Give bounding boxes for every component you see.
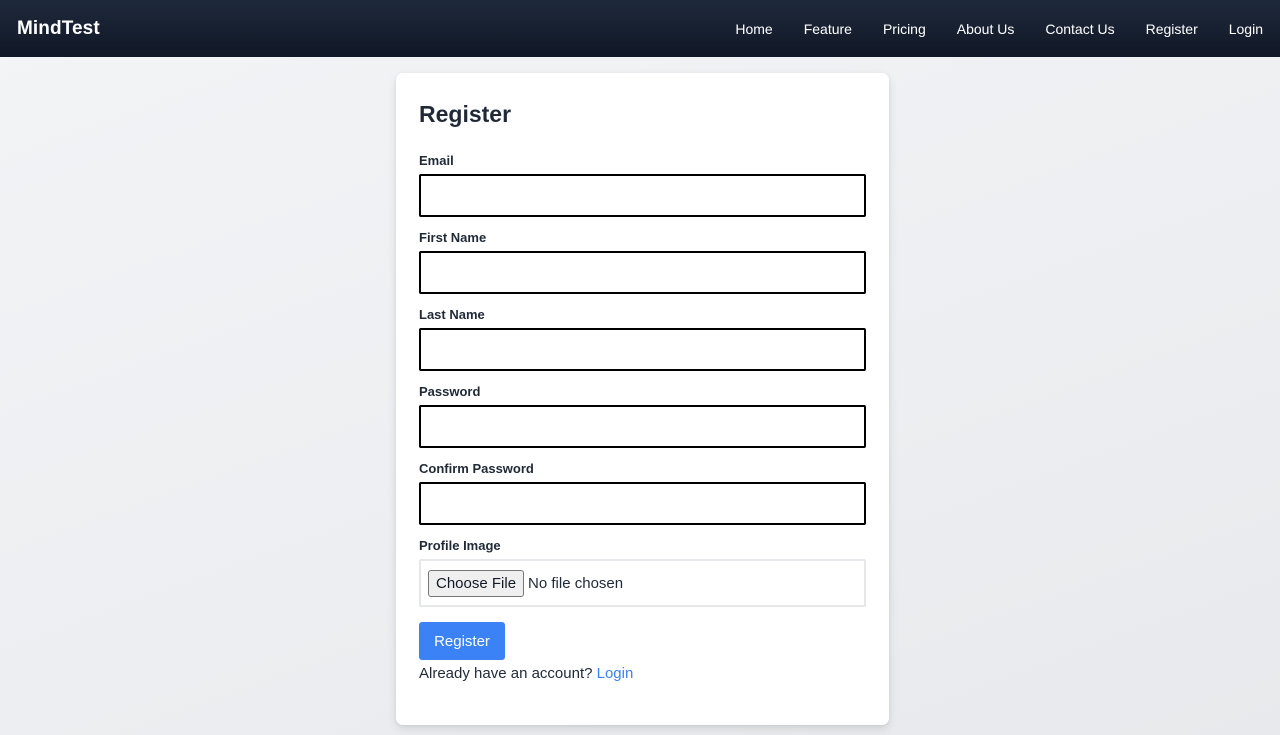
first-name-field[interactable]	[419, 251, 866, 294]
register-submit-button[interactable]: Register	[419, 622, 505, 660]
nav-link-contact-us[interactable]: Contact Us	[1045, 21, 1114, 37]
nav-link-feature[interactable]: Feature	[804, 21, 852, 37]
nav-link-register[interactable]: Register	[1146, 21, 1198, 37]
confirm-password-field[interactable]	[419, 482, 866, 525]
confirm-password-label: Confirm Password	[419, 461, 534, 476]
brand-logo-text[interactable]: MindTest	[17, 18, 100, 40]
profile-image-group: Profile Image Choose File No file chosen	[419, 538, 866, 607]
last-name-label: Last Name	[419, 307, 485, 322]
choose-file-button[interactable]: Choose File	[428, 569, 525, 597]
nav-link-pricing[interactable]: Pricing	[883, 21, 926, 37]
nav-link-about-us[interactable]: About Us	[957, 21, 1015, 37]
profile-image-label: Profile Image	[419, 538, 501, 553]
email-group: Email	[419, 153, 866, 217]
login-link[interactable]: Login	[597, 665, 634, 682]
password-label: Password	[419, 384, 481, 399]
login-prompt: Already have an account? Login	[419, 664, 866, 684]
file-status-text: No file chosen	[528, 574, 624, 592]
nav-link-home[interactable]: Home	[735, 21, 772, 37]
last-name-group: Last Name	[419, 307, 866, 371]
email-label: Email	[419, 153, 454, 168]
register-card: Register Email First Name Last Name Pass…	[396, 73, 889, 725]
first-name-group: First Name	[419, 230, 866, 294]
top-navbar: MindTest Home Feature Pricing About Us C…	[0, 0, 1280, 57]
nav-links: Home Feature Pricing About Us Contact Us…	[735, 21, 1263, 37]
nav-link-login[interactable]: Login	[1229, 21, 1263, 37]
password-field[interactable]	[419, 405, 866, 448]
password-group: Password	[419, 384, 866, 448]
confirm-password-group: Confirm Password	[419, 461, 866, 525]
first-name-label: First Name	[419, 230, 487, 245]
email-field[interactable]	[419, 174, 866, 217]
last-name-field[interactable]	[419, 328, 866, 371]
page-title: Register	[419, 101, 512, 127]
profile-image-file-input[interactable]: Choose File No file chosen	[419, 559, 866, 607]
login-prompt-text: Already have an account?	[419, 665, 593, 682]
